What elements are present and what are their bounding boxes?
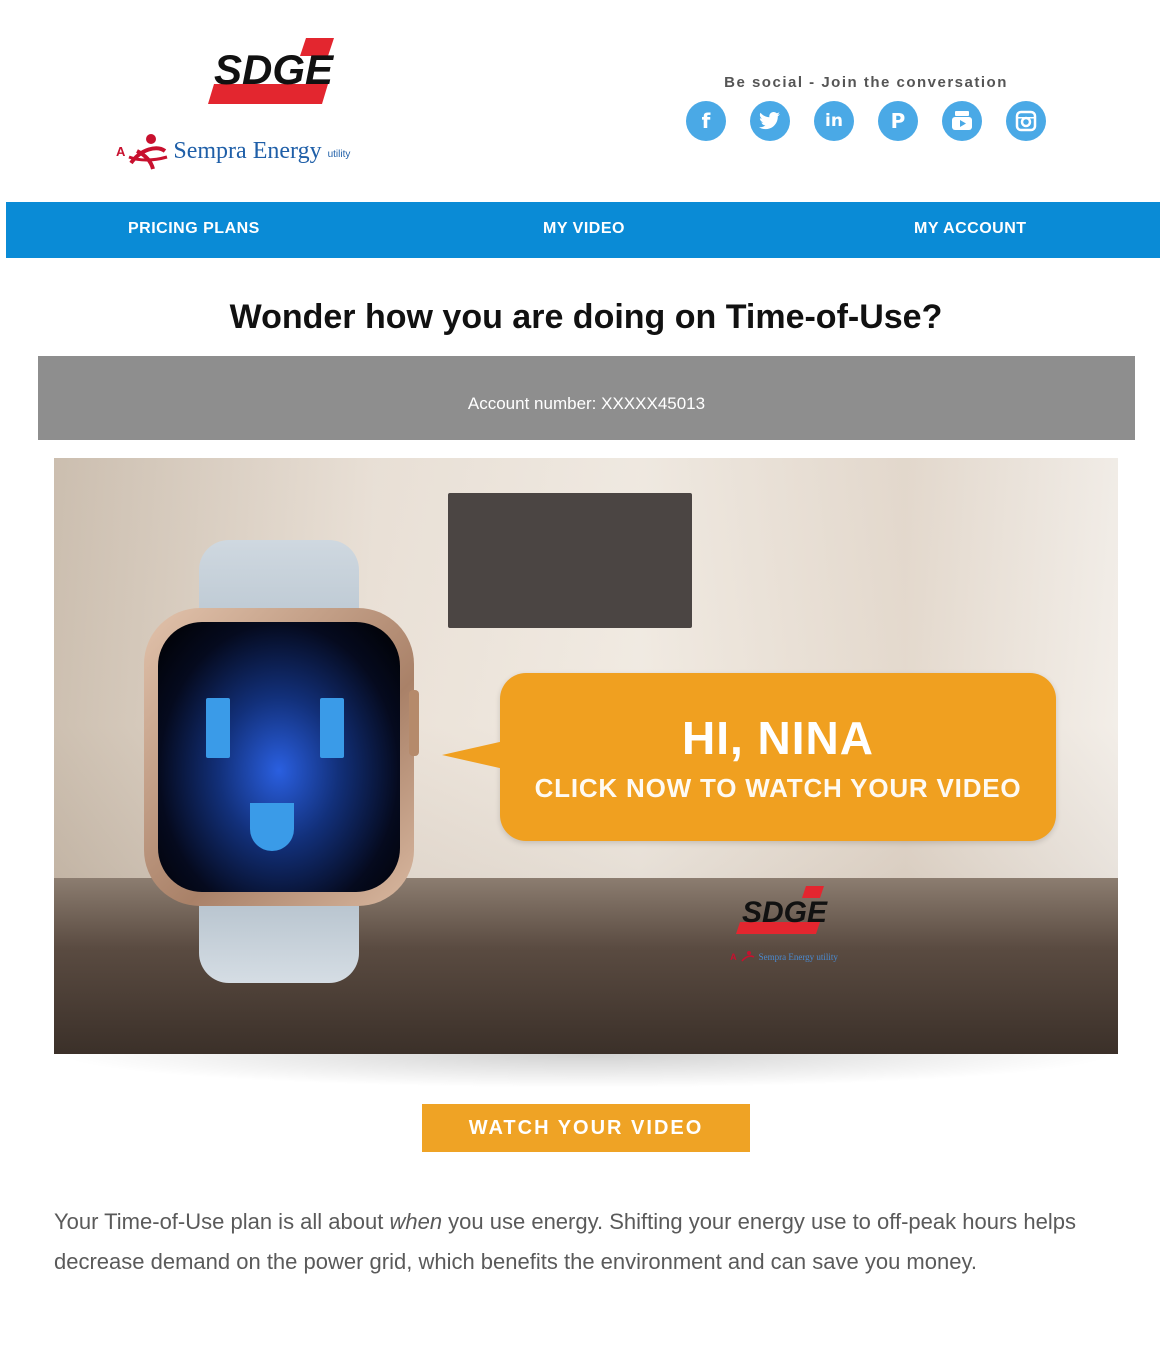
sdge-logo-block[interactable]: SDGE A Sempra Energy utility xyxy=(116,36,436,186)
smartwatch-face-icon xyxy=(158,622,400,892)
sdge-logo: SDGE xyxy=(208,38,335,104)
hero-logo-sub-text: Sempra Energy utility xyxy=(758,952,838,962)
social-icons: f in P xyxy=(686,101,1046,141)
sempra-prefix: A xyxy=(116,143,126,159)
linkedin-icon[interactable]: in xyxy=(814,101,854,141)
bubble-cta: CLICK NOW TO WATCH YOUR VIDEO xyxy=(534,773,1022,803)
watch-eye-left xyxy=(206,698,230,758)
hero-logo-sub: A Sempra Energy utility xyxy=(730,951,838,962)
page-headline: Wonder how you are doing on Time-of-Use? xyxy=(229,298,943,336)
pinterest-icon[interactable]: P xyxy=(878,101,918,141)
instagram-icon[interactable] xyxy=(1006,101,1046,141)
hero-sdge-logo: SDGE A Sempra Energy utility xyxy=(694,878,874,974)
speech-bubble[interactable]: HI, NINA CLICK NOW TO WATCH YOUR VIDEO xyxy=(442,673,1056,841)
hero-shadow xyxy=(54,1054,1118,1088)
nav-my-video[interactable]: MY VIDEO xyxy=(543,220,625,238)
sempra-name: Sempra Energy xyxy=(173,137,322,164)
nav-pricing-plans[interactable]: PRICING PLANS xyxy=(128,220,260,238)
email-frame: SDGE A Sempra Energy utility Be social -… xyxy=(6,6,1160,1368)
mini-swoosh-icon xyxy=(740,951,755,962)
bubble-greeting: HI, NINA xyxy=(682,712,874,764)
nav-my-account[interactable]: MY ACCOUNT xyxy=(914,220,1027,238)
svg-text:SDGE: SDGE xyxy=(742,896,828,929)
watch-video-button[interactable]: WATCH YOUR VIDEO xyxy=(422,1104,750,1152)
hero-logo-mark: SDGE xyxy=(736,886,828,934)
watch-mouth xyxy=(250,803,294,851)
watch-crown xyxy=(409,690,419,756)
main-nav: PRICING PLANS MY VIDEO MY ACCOUNT xyxy=(6,202,1160,258)
video-hero-image[interactable]: HI, NINA CLICK NOW TO WATCH YOUR VIDEO S… xyxy=(54,458,1118,1054)
hero-tv xyxy=(448,493,692,628)
twitter-icon[interactable] xyxy=(750,101,790,141)
watch-eye-right xyxy=(320,698,344,758)
sempra-suffix: utility xyxy=(327,148,351,160)
social-block: Be social - Join the conversation f in P xyxy=(686,74,1046,141)
sempra-tagline: A Sempra Energy utility xyxy=(116,126,436,176)
social-title: Be social - Join the conversation xyxy=(724,74,1008,91)
copy-part-1: Your Time-of-Use plan is all about xyxy=(54,1209,390,1234)
account-number-bar: Account number: XXXXX45013 xyxy=(38,356,1135,440)
facebook-icon[interactable]: f xyxy=(686,101,726,141)
body-copy: Your Time-of-Use plan is all about when … xyxy=(54,1202,1114,1282)
copy-emphasis: when xyxy=(389,1209,443,1234)
sempra-swoosh-icon xyxy=(128,134,168,170)
svg-text:SDGE: SDGE xyxy=(214,46,335,93)
youtube-icon[interactable] xyxy=(942,101,982,141)
